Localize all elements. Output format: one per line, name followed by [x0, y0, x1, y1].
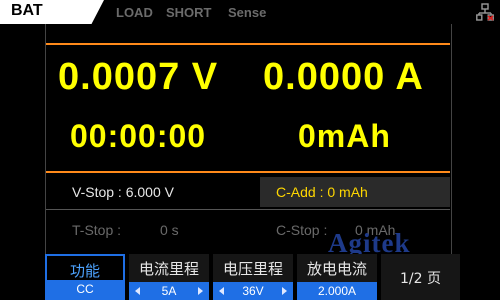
- softkey-current-range-label: 电流里程: [138, 260, 199, 278]
- arrow-right-icon[interactable]: [282, 287, 287, 295]
- softkey-voltage-range[interactable]: 电压里程 36V: [213, 254, 293, 300]
- tab-load[interactable]: LOAD: [116, 5, 153, 20]
- arrow-left-icon[interactable]: [219, 287, 224, 295]
- elapsed-time-readout: 00:00:00: [70, 118, 207, 154]
- c-stop-label[interactable]: C-Stop :: [276, 222, 327, 238]
- tab-short[interactable]: SHORT: [166, 5, 212, 20]
- left-border: [45, 24, 46, 254]
- c-add-label: C-Add : 0 mAh: [276, 184, 368, 200]
- current-readout: 0.0000 A: [263, 56, 424, 98]
- softkey-discharge-current-value: 2.000A: [297, 282, 377, 300]
- network-icon: [476, 3, 494, 21]
- softkey-current-range[interactable]: 电流里程 5A: [129, 254, 209, 300]
- c-add-setting[interactable]: C-Add : 0 mAh: [260, 177, 450, 207]
- voltage-range-value-text: 36V: [242, 284, 264, 298]
- current-range-value-text: 5A: [161, 284, 177, 298]
- arrow-left-icon[interactable]: [135, 287, 140, 295]
- softkey-page-label: 1/2 页: [400, 271, 441, 287]
- tab-bat[interactable]: BAT: [0, 0, 104, 24]
- t-stop-label[interactable]: T-Stop :: [72, 222, 121, 238]
- softkey-bar: 功能 CC 电流里程 5A 电压里程 36V 放电电流 2.000A 1/2 页: [45, 254, 460, 300]
- softkey-current-range-value: 5A: [129, 282, 209, 300]
- tab-sense[interactable]: Sense: [228, 5, 266, 20]
- arrow-right-icon[interactable]: [198, 287, 203, 295]
- softkey-function-label: 功能: [69, 262, 100, 280]
- v-stop-setting[interactable]: V-Stop : 6.000 V: [72, 184, 174, 200]
- softkey-discharge-current-label: 放电电流: [306, 260, 367, 278]
- mid-divider: [46, 171, 450, 173]
- mode-tab-bar: BAT LOAD SHORT Sense: [0, 0, 500, 24]
- tab-bat-label: BAT: [11, 2, 43, 19]
- softkey-voltage-range-value: 36V: [213, 282, 293, 300]
- top-divider: [46, 43, 450, 45]
- softkey-page[interactable]: 1/2 页: [381, 254, 460, 300]
- softkey-function-value: CC: [47, 280, 123, 298]
- softkey-discharge-current[interactable]: 放电电流 2.000A: [297, 254, 377, 300]
- instrument-screen: BAT LOAD SHORT Sense 0.0007 V 0.0000 A 0…: [0, 0, 500, 300]
- softkey-voltage-range-label: 电压里程: [222, 260, 283, 278]
- softkey-function[interactable]: 功能 CC: [45, 254, 125, 300]
- right-border: [451, 24, 452, 254]
- settings-divider: [46, 209, 450, 210]
- capacity-readout: 0mAh: [298, 118, 391, 154]
- t-stop-value: 0 s: [160, 222, 179, 238]
- voltage-readout: 0.0007 V: [58, 56, 219, 98]
